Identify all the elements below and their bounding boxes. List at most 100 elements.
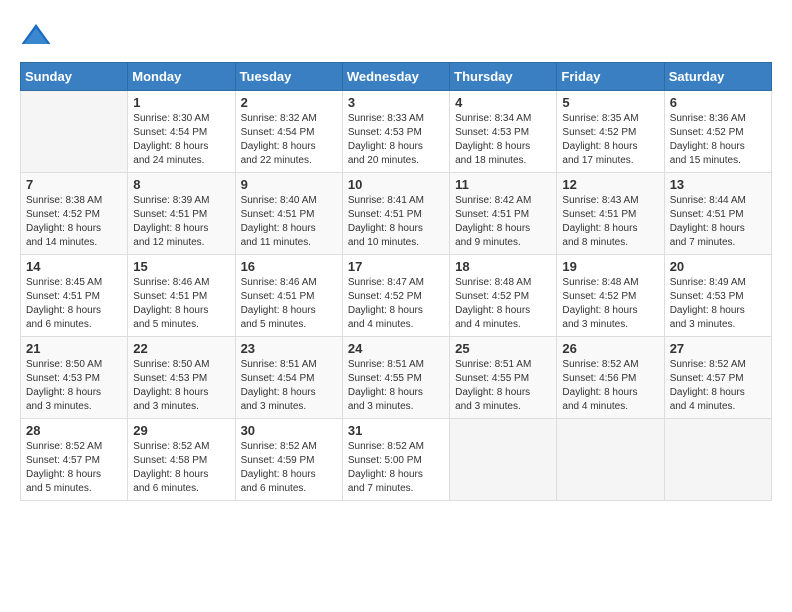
day-info: Sunrise: 8:50 AM Sunset: 4:53 PM Dayligh… xyxy=(133,358,229,414)
day-info: Sunrise: 8:52 AM Sunset: 4:57 PM Dayligh… xyxy=(670,358,766,414)
day-number: 20 xyxy=(670,259,766,274)
calendar-cell: 24Sunrise: 8:51 AM Sunset: 4:55 PM Dayli… xyxy=(342,337,449,419)
day-number: 28 xyxy=(26,423,122,438)
calendar-table: SundayMondayTuesdayWednesdayThursdayFrid… xyxy=(20,62,772,501)
calendar-cell: 16Sunrise: 8:46 AM Sunset: 4:51 PM Dayli… xyxy=(235,255,342,337)
day-number: 13 xyxy=(670,177,766,192)
calendar-cell: 2 Sunrise: 8:32 AM Sunset: 4:54 PM Daylig… xyxy=(235,91,342,173)
day-info: Sunrise: 8:51 AM Sunset: 4:55 PM Dayligh… xyxy=(455,358,551,414)
day-number: 22 xyxy=(133,341,229,356)
calendar-week-row: 7Sunrise: 8:38 AM Sunset: 4:52 PM Daylig… xyxy=(21,173,772,255)
day-info: Sunrise: 8:40 AM Sunset: 4:51 PM Dayligh… xyxy=(241,194,337,250)
day-info: Sunrise: 8:52 AM Sunset: 4:59 PM Dayligh… xyxy=(241,440,337,496)
column-header-friday: Friday xyxy=(557,63,664,91)
calendar-cell: 11 Sunrise: 8:42 AM Sunset: 4:51 PM Dayli… xyxy=(450,173,557,255)
day-number: 19 xyxy=(562,259,658,274)
calendar-cell: 4 Sunrise: 8:34 AM Sunset: 4:53 PM Daylig… xyxy=(450,91,557,173)
calendar-cell xyxy=(21,91,128,173)
day-info: Sunrise: 8:33 AM Sunset: 4:53 PM Dayligh… xyxy=(348,112,444,168)
column-header-saturday: Saturday xyxy=(664,63,771,91)
day-number: 31 xyxy=(348,423,444,438)
day-info: Sunrise: 8:48 AM Sunset: 4:52 PM Dayligh… xyxy=(562,276,658,332)
day-info: Sunrise: 8:52 AM Sunset: 5:00 PM Dayligh… xyxy=(348,440,444,496)
calendar-cell: 22 Sunrise: 8:50 AM Sunset: 4:53 PM Dayli… xyxy=(128,337,235,419)
calendar-cell: 31 Sunrise: 8:52 AM Sunset: 5:00 PM Dayli… xyxy=(342,419,449,501)
calendar-cell: 19 Sunrise: 8:48 AM Sunset: 4:52 PM Dayli… xyxy=(557,255,664,337)
day-info: Sunrise: 8:49 AM Sunset: 4:53 PM Dayligh… xyxy=(670,276,766,332)
day-info: Sunrise: 8:38 AM Sunset: 4:52 PM Dayligh… xyxy=(26,194,122,250)
day-info: Sunrise: 8:48 AM Sunset: 4:52 PM Dayligh… xyxy=(455,276,551,332)
day-number: 2 xyxy=(241,95,337,110)
calendar-cell: 28 Sunrise: 8:52 AM Sunset: 4:57 PM Dayli… xyxy=(21,419,128,501)
calendar-cell: 9Sunrise: 8:40 AM Sunset: 4:51 PM Daylig… xyxy=(235,173,342,255)
calendar-cell: 29 Sunrise: 8:52 AM Sunset: 4:58 PM Dayli… xyxy=(128,419,235,501)
day-number: 5 xyxy=(562,95,658,110)
column-header-sunday: Sunday xyxy=(21,63,128,91)
day-info: Sunrise: 8:30 AM Sunset: 4:54 PM Dayligh… xyxy=(133,112,229,168)
day-info: Sunrise: 8:52 AM Sunset: 4:57 PM Dayligh… xyxy=(26,440,122,496)
calendar-cell: 14 Sunrise: 8:45 AM Sunset: 4:51 PM Dayli… xyxy=(21,255,128,337)
calendar-cell: 25 Sunrise: 8:51 AM Sunset: 4:55 PM Dayli… xyxy=(450,337,557,419)
day-number: 26 xyxy=(562,341,658,356)
day-number: 4 xyxy=(455,95,551,110)
logo-icon xyxy=(20,20,52,52)
calendar-cell: 23Sunrise: 8:51 AM Sunset: 4:54 PM Dayli… xyxy=(235,337,342,419)
day-number: 15 xyxy=(133,259,229,274)
calendar-cell: 1 Sunrise: 8:30 AM Sunset: 4:54 PM Daylig… xyxy=(128,91,235,173)
day-info: Sunrise: 8:47 AM Sunset: 4:52 PM Dayligh… xyxy=(348,276,444,332)
calendar-cell: 3 Sunrise: 8:33 AM Sunset: 4:53 PM Daylig… xyxy=(342,91,449,173)
day-info: Sunrise: 8:42 AM Sunset: 4:51 PM Dayligh… xyxy=(455,194,551,250)
day-number: 12 xyxy=(562,177,658,192)
day-number: 1 xyxy=(133,95,229,110)
day-info: Sunrise: 8:43 AM Sunset: 4:51 PM Dayligh… xyxy=(562,194,658,250)
calendar-cell: 6 Sunrise: 8:36 AM Sunset: 4:52 PM Daylig… xyxy=(664,91,771,173)
day-number: 29 xyxy=(133,423,229,438)
calendar-week-row: 14 Sunrise: 8:45 AM Sunset: 4:51 PM Dayli… xyxy=(21,255,772,337)
calendar-cell: 27 Sunrise: 8:52 AM Sunset: 4:57 PM Dayli… xyxy=(664,337,771,419)
day-number: 24 xyxy=(348,341,444,356)
page-header xyxy=(20,20,772,52)
day-info: Sunrise: 8:45 AM Sunset: 4:51 PM Dayligh… xyxy=(26,276,122,332)
column-header-tuesday: Tuesday xyxy=(235,63,342,91)
calendar-cell: 15 Sunrise: 8:46 AM Sunset: 4:51 PM Dayli… xyxy=(128,255,235,337)
calendar-cell: 30 Sunrise: 8:52 AM Sunset: 4:59 PM Dayli… xyxy=(235,419,342,501)
calendar-cell: 21Sunrise: 8:50 AM Sunset: 4:53 PM Dayli… xyxy=(21,337,128,419)
day-number: 25 xyxy=(455,341,551,356)
day-number: 30 xyxy=(241,423,337,438)
day-number: 23 xyxy=(241,341,337,356)
day-number: 10 xyxy=(348,177,444,192)
calendar-cell: 18Sunrise: 8:48 AM Sunset: 4:52 PM Dayli… xyxy=(450,255,557,337)
calendar-cell: 5Sunrise: 8:35 AM Sunset: 4:52 PM Daylig… xyxy=(557,91,664,173)
day-number: 3 xyxy=(348,95,444,110)
day-number: 17 xyxy=(348,259,444,274)
day-number: 14 xyxy=(26,259,122,274)
day-info: Sunrise: 8:36 AM Sunset: 4:52 PM Dayligh… xyxy=(670,112,766,168)
calendar-cell: 10 Sunrise: 8:41 AM Sunset: 4:51 PM Dayli… xyxy=(342,173,449,255)
logo xyxy=(20,20,56,52)
calendar-cell: 12 Sunrise: 8:43 AM Sunset: 4:51 PM Dayli… xyxy=(557,173,664,255)
day-info: Sunrise: 8:34 AM Sunset: 4:53 PM Dayligh… xyxy=(455,112,551,168)
day-info: Sunrise: 8:52 AM Sunset: 4:58 PM Dayligh… xyxy=(133,440,229,496)
day-info: Sunrise: 8:50 AM Sunset: 4:53 PM Dayligh… xyxy=(26,358,122,414)
calendar-cell: 20 Sunrise: 8:49 AM Sunset: 4:53 PM Dayli… xyxy=(664,255,771,337)
calendar-cell: 13 Sunrise: 8:44 AM Sunset: 4:51 PM Dayli… xyxy=(664,173,771,255)
calendar-cell xyxy=(450,419,557,501)
calendar-header-row: SundayMondayTuesdayWednesdayThursdayFrid… xyxy=(21,63,772,91)
day-number: 6 xyxy=(670,95,766,110)
calendar-cell: 7Sunrise: 8:38 AM Sunset: 4:52 PM Daylig… xyxy=(21,173,128,255)
column-header-wednesday: Wednesday xyxy=(342,63,449,91)
day-number: 27 xyxy=(670,341,766,356)
day-info: Sunrise: 8:46 AM Sunset: 4:51 PM Dayligh… xyxy=(133,276,229,332)
day-number: 8 xyxy=(133,177,229,192)
calendar-cell: 8 Sunrise: 8:39 AM Sunset: 4:51 PM Daylig… xyxy=(128,173,235,255)
day-info: Sunrise: 8:32 AM Sunset: 4:54 PM Dayligh… xyxy=(241,112,337,168)
day-number: 11 xyxy=(455,177,551,192)
day-info: Sunrise: 8:44 AM Sunset: 4:51 PM Dayligh… xyxy=(670,194,766,250)
calendar-cell: 26Sunrise: 8:52 AM Sunset: 4:56 PM Dayli… xyxy=(557,337,664,419)
day-info: Sunrise: 8:39 AM Sunset: 4:51 PM Dayligh… xyxy=(133,194,229,250)
day-info: Sunrise: 8:41 AM Sunset: 4:51 PM Dayligh… xyxy=(348,194,444,250)
day-info: Sunrise: 8:46 AM Sunset: 4:51 PM Dayligh… xyxy=(241,276,337,332)
calendar-cell xyxy=(557,419,664,501)
calendar-cell: 17 Sunrise: 8:47 AM Sunset: 4:52 PM Dayli… xyxy=(342,255,449,337)
column-header-monday: Monday xyxy=(128,63,235,91)
